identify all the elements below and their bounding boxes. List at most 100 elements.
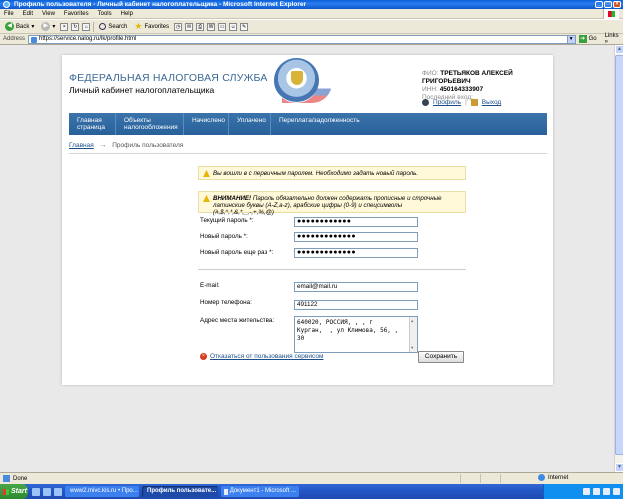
page-viewport: ФЕДЕРАЛЬНАЯ НАЛОГОВАЯ СЛУЖБА Личный каби… <box>0 45 614 472</box>
breadcrumb: Главная → Профиль пользователя <box>69 142 183 149</box>
task-label: www2.mivc.kis.ru • Про... <box>70 488 138 494</box>
favorites-button[interactable]: ★ Favorites <box>132 21 171 33</box>
warning-icon <box>203 195 210 202</box>
address-input[interactable]: https://service.nalog.ru/lk/profile.html… <box>28 34 576 44</box>
nav-accrued[interactable]: Начислено <box>184 113 229 135</box>
address-dropdown-icon[interactable]: ▼ <box>566 35 575 43</box>
menu-favorites[interactable]: Favorites <box>64 11 89 17</box>
status-text: Done <box>13 475 28 482</box>
search-button[interactable]: Search <box>97 21 129 33</box>
refresh-icon[interactable]: ↻ <box>71 22 80 31</box>
user-links: Профиль | Выход <box>422 99 501 106</box>
address-label-field: Адрес места жительства: <box>200 317 275 324</box>
taskbar-item-profile[interactable]: Профиль пользовате... <box>142 486 218 497</box>
taskbar-item-mivc[interactable]: www2.mivc.kis.ru • Про... <box>65 486 139 497</box>
password-rules-notice: ВНИМАНИЕ! Пароль обязательно должен соде… <box>198 191 466 216</box>
repeat-password-label: Новый пароль еще раз *: <box>200 249 274 256</box>
favorites-star-icon: ★ <box>134 21 143 31</box>
current-password-input[interactable]: ●●●●●●●●●●●● <box>294 217 418 227</box>
nav-home[interactable]: Главная страница <box>69 113 116 135</box>
site-title[interactable]: ФЕДЕРАЛЬНАЯ НАЛОГОВАЯ СЛУЖБА <box>69 72 268 84</box>
home-icon[interactable]: ⌂ <box>82 22 91 31</box>
tray-network-icon[interactable] <box>593 488 600 495</box>
start-button[interactable]: Start <box>0 484 28 499</box>
nav-overpayment-debt[interactable]: Переплата/задолженность <box>271 113 367 135</box>
email-input[interactable]: email@mail.ru <box>294 282 418 292</box>
scroll-thumb[interactable] <box>615 55 623 455</box>
back-dropdown-icon[interactable]: ▾ <box>31 23 34 30</box>
stop-icon[interactable]: × <box>60 22 69 31</box>
breadcrumb-divider <box>69 153 547 154</box>
breadcrumb-home-link[interactable]: Главная <box>69 142 94 149</box>
nav-tax-objects[interactable]: Объекты налогообложения <box>116 113 184 135</box>
first-login-text: Вы вошли в с первичным паролем. Необходи… <box>213 170 419 177</box>
refuse-service: × Отказаться от пользования сервисом <box>200 353 323 360</box>
tray-volume-icon[interactable] <box>603 488 610 495</box>
links-button[interactable]: Links » <box>605 33 623 45</box>
back-label: Back <box>16 23 30 30</box>
quick-launch <box>32 487 62 496</box>
history-icon[interactable]: ◷ <box>174 22 183 31</box>
vertical-scrollbar[interactable]: ▲ ▼ <box>614 45 623 472</box>
breadcrumb-current: Профиль пользователя <box>112 142 184 149</box>
refuse-service-link[interactable]: Отказаться от пользования сервисом <box>210 353 323 360</box>
logout-link[interactable]: Выход <box>482 99 501 106</box>
menu-help[interactable]: Help <box>121 11 133 17</box>
scroll-up-icon[interactable]: ▲ <box>615 45 623 54</box>
save-button[interactable]: Сохранить <box>418 351 464 363</box>
forward-button[interactable]: ▶ ▾ <box>39 21 57 33</box>
quick-launch-desktop-icon[interactable] <box>32 487 40 496</box>
mail-icon[interactable]: ✉ <box>185 22 194 31</box>
edit-icon[interactable]: W <box>207 22 216 31</box>
menu-tools[interactable]: Tools <box>98 11 112 17</box>
favorites-label: Favorites <box>144 23 170 30</box>
window-controls: _ □ × <box>595 1 621 8</box>
phone-input[interactable]: 491122 <box>294 300 418 310</box>
security-zone: Internet <box>538 474 568 481</box>
user-info: ФИО: ТРЕТЬЯКОВ АЛЕКСЕЙ ГРИГОРЬЕВИЧ ИНН: … <box>422 70 553 102</box>
tray-antivirus-icon[interactable] <box>613 488 620 495</box>
menu-view[interactable]: View <box>42 11 55 17</box>
menu-edit[interactable]: Edit <box>23 11 33 17</box>
window-title-bar[interactable]: Профиль пользователя - Личный кабинет на… <box>0 0 623 9</box>
scroll-down-icon[interactable]: ▼ <box>615 463 623 472</box>
address-url: https://service.nalog.ru/lk/profile.html <box>39 36 137 42</box>
windows-logo-icon <box>603 9 619 19</box>
nav-paid[interactable]: Уплачено <box>229 113 271 135</box>
address-textarea[interactable]: 640020, РОССИЯ, , , г Курган, , ул Климо… <box>294 316 418 353</box>
zone-label: Internet <box>548 474 569 481</box>
minimize-button[interactable]: _ <box>595 1 603 8</box>
status-cells <box>460 474 518 483</box>
warning-icon <box>203 170 210 177</box>
inn-value: 450164333907 <box>439 86 484 93</box>
quick-launch-ie-icon[interactable] <box>43 487 51 496</box>
messenger-icon[interactable]: ☺ <box>229 22 238 31</box>
current-password-label: Текущий пароль *: <box>200 217 254 224</box>
task-label: Профиль пользовате... <box>147 488 217 494</box>
breadcrumb-arrow-icon: → <box>99 142 107 149</box>
repeat-password-input[interactable]: ●●●●●●●●●●●●● <box>294 248 418 258</box>
go-button[interactable]: ➔ Go <box>578 35 597 43</box>
tray-keyboard-icon[interactable] <box>583 488 590 495</box>
close-button[interactable]: × <box>613 1 621 8</box>
ie-icon <box>3 1 10 8</box>
search-label: Search <box>108 23 128 30</box>
research-icon[interactable]: ✎ <box>240 22 249 31</box>
task-label: Документ1 - Microsoft ... <box>229 488 296 494</box>
profile-link[interactable]: Профиль <box>433 99 461 106</box>
start-label: Start <box>11 488 27 495</box>
back-button[interactable]: ◀ Back ▾ <box>3 21 36 33</box>
site-subtitle: Личный кабинет налогоплательщика <box>69 85 215 95</box>
discuss-icon[interactable]: ▭ <box>218 22 227 31</box>
taskbar-item-word[interactable]: Документ1 - Microsoft ... <box>221 486 299 497</box>
quick-launch-outlook-icon[interactable] <box>54 487 62 496</box>
new-password-input[interactable]: ●●●●●●●●●●●●● <box>294 232 418 242</box>
maximize-button[interactable]: □ <box>604 1 612 8</box>
fio-label: ФИО: <box>422 70 439 77</box>
menu-file[interactable]: File <box>4 11 14 17</box>
textarea-scrollbar[interactable] <box>409 317 417 352</box>
print-icon[interactable]: ⎙ <box>196 22 205 31</box>
address-label: Address <box>3 36 26 42</box>
forward-dropdown-icon[interactable]: ▾ <box>52 23 55 30</box>
email-label: E-mail: <box>200 282 220 289</box>
